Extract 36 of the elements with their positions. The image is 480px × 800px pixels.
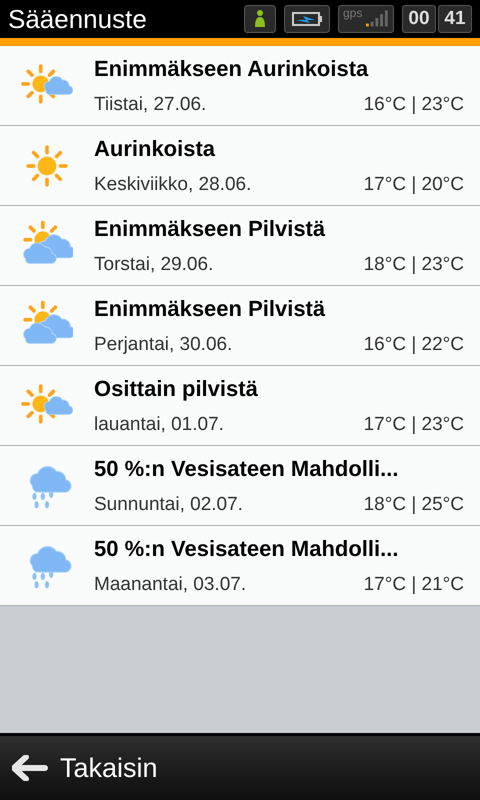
temperature-range: 17°C | 23°C bbox=[364, 412, 464, 437]
forecast-row[interactable]: Enimmäkseen Pilvistä Perjantai, 30.06. 16°C | 22°C bbox=[0, 286, 480, 366]
condition-text: 50 %:n Vesisateen Mahdolli... bbox=[94, 454, 400, 483]
person-icon bbox=[244, 5, 276, 33]
temperature-range: 16°C | 23°C bbox=[364, 92, 464, 117]
date-text: Sunnuntai, 02.07. bbox=[94, 492, 243, 517]
battery-icon bbox=[284, 5, 330, 33]
forecast-row[interactable]: 50 %:n Vesisateen Mahdolli... Sunnuntai, 02.07. 18°C | 25°C bbox=[0, 446, 480, 526]
clock-minutes: 41 bbox=[438, 5, 472, 33]
temperature-range: 17°C | 21°C bbox=[364, 572, 464, 597]
date-text: Keskiviikko, 28.06. bbox=[94, 172, 252, 197]
back-button[interactable]: Takaisin bbox=[12, 748, 158, 788]
forecast-row[interactable]: Aurinkoista Keskiviikko, 28.06. 17°C | 20°C bbox=[0, 126, 480, 206]
date-text: Maanantai, 03.07. bbox=[94, 572, 246, 597]
clock-hours: 00 bbox=[402, 5, 436, 33]
condition-text: Enimmäkseen Aurinkoista bbox=[94, 54, 370, 83]
condition-text: 50 %:n Vesisateen Mahdolli... bbox=[94, 534, 400, 563]
back-arrow-icon bbox=[12, 755, 48, 781]
forecast-row[interactable]: Enimmäkseen Pilvistä Torstai, 29.06. 18°C | 23°C bbox=[0, 206, 480, 286]
temperature-range: 16°C | 22°C bbox=[364, 332, 464, 357]
condition-text: Enimmäkseen Pilvistä bbox=[94, 214, 326, 243]
temperature-range: 18°C | 25°C bbox=[364, 492, 464, 517]
temperature-range: 17°C | 20°C bbox=[364, 172, 464, 197]
date-text: Tiistai, 27.06. bbox=[94, 92, 206, 117]
date-text: Perjantai, 30.06. bbox=[94, 332, 232, 357]
condition-text: Osittain pilvistä bbox=[94, 374, 259, 403]
forecast-row[interactable]: Osittain pilvistä lauantai, 01.07. 17°C | 23°C bbox=[0, 366, 480, 446]
temperature-range: 18°C | 23°C bbox=[364, 252, 464, 277]
forecast-row[interactable]: Enimmäkseen Aurinkoista Tiistai, 27.06. 16°C | 23°C bbox=[0, 46, 480, 126]
date-text: Torstai, 29.06. bbox=[94, 252, 214, 277]
gps-label: gps bbox=[343, 6, 362, 20]
app-title: Sääennuste bbox=[8, 2, 148, 36]
condition-text: Aurinkoista bbox=[94, 134, 216, 163]
forecast-row[interactable]: 50 %:n Vesisateen Mahdolli... Maanantai, 03.07. 17°C | 21°C bbox=[0, 526, 480, 606]
condition-text: Enimmäkseen Pilvistä bbox=[94, 294, 326, 323]
date-text: lauantai, 01.07. bbox=[94, 412, 224, 437]
